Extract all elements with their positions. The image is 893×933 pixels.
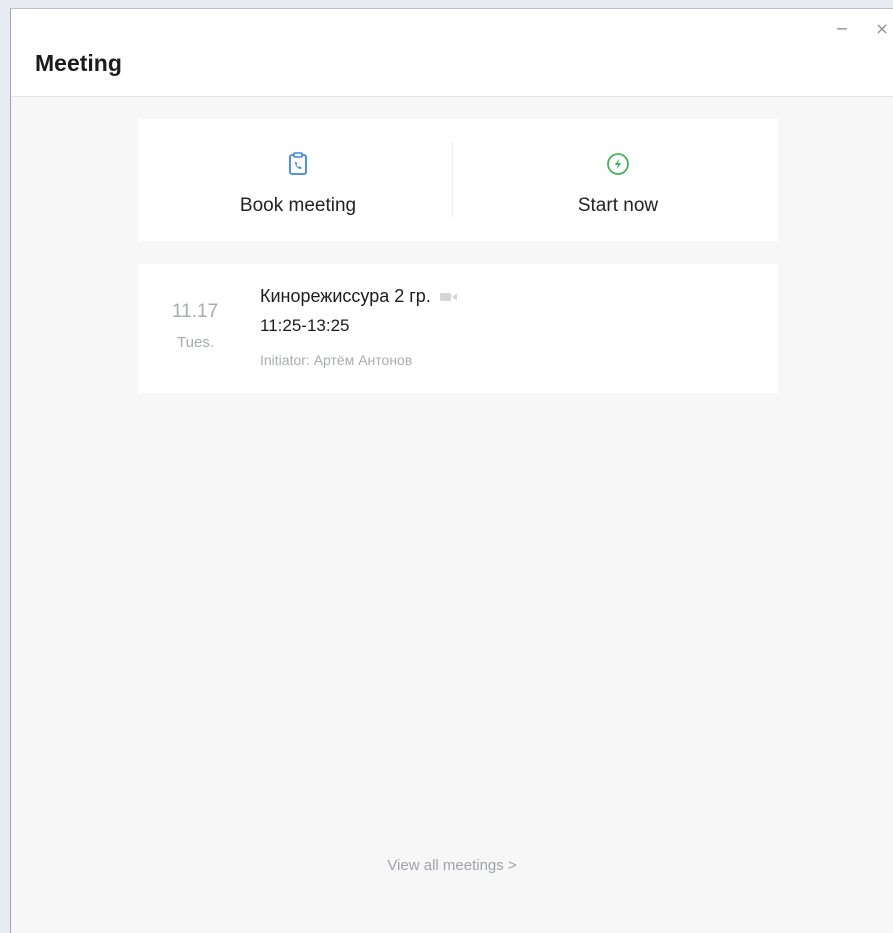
start-now-button[interactable]: Start now [458,119,778,241]
meeting-window: Meeting − × Book meeting Start now 11.17… [10,8,893,933]
meeting-title-row: Кинорежиссура 2 гр. [260,286,459,307]
book-meeting-button[interactable]: Book meeting [138,119,458,241]
book-meeting-label: Book meeting [239,195,357,216]
lightning-circle-icon [607,153,629,175]
title-bar: Meeting − × [11,9,893,97]
minimize-button[interactable]: − [829,17,855,39]
meeting-title: Кинорежиссура 2 гр. [260,286,431,306]
start-now-label: Start now [577,195,659,216]
close-button[interactable]: × [869,17,893,39]
meeting-weekday: Tues. [177,334,214,351]
view-all-meetings-link[interactable]: View all meetings > [11,857,893,874]
meeting-list-item[interactable]: 11.17 Tues. Кинорежиссура 2 гр. 11:25-13… [138,264,778,393]
clipboard-phone-icon [289,152,307,175]
action-divider [452,141,453,217]
action-panel: Book meeting Start now [138,119,778,241]
meeting-date: 11.17 [172,301,219,322]
meeting-initiator: Initiator: Артём Антонов [260,352,413,368]
window-title: Meeting [35,50,122,76]
meeting-time: 11:25-13:25 [260,316,350,335]
video-camera-icon [439,292,457,301]
